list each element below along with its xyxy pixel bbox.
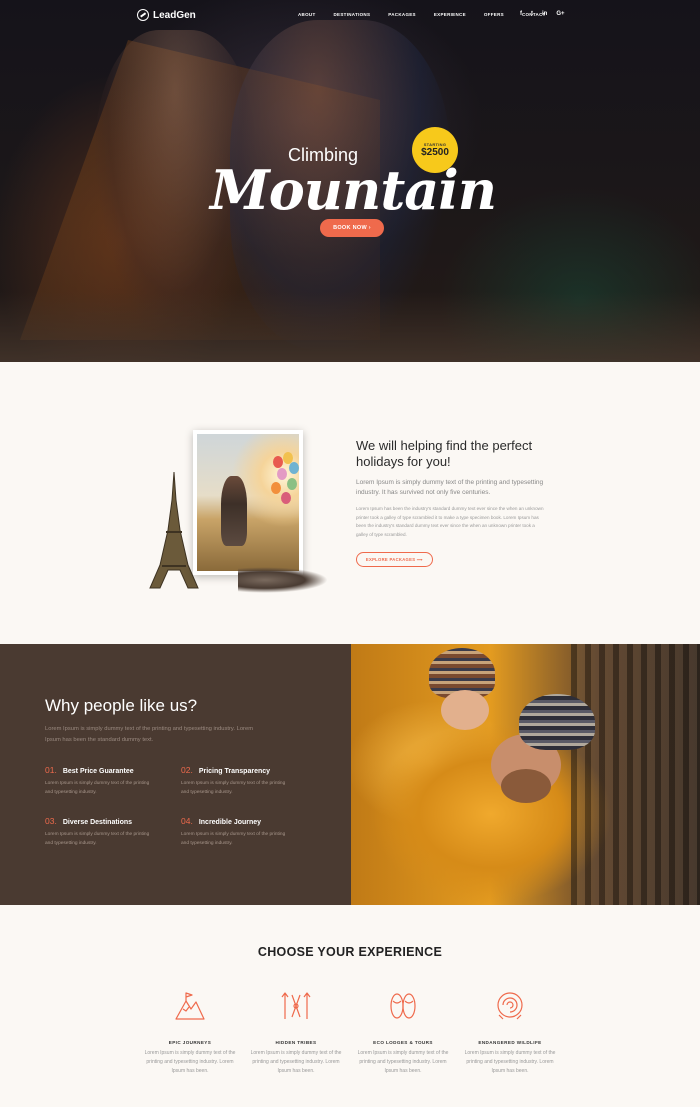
tribal-weapons-icon xyxy=(281,992,311,1019)
feature-item: 02. Pricing Transparency Lorem Ipsum is s… xyxy=(181,765,301,797)
shell-icon xyxy=(497,992,523,1020)
feature-title: Incredible Journey xyxy=(198,819,262,826)
hero-ground xyxy=(0,292,700,362)
nav-destinations[interactable]: DESTINATIONS xyxy=(334,12,371,17)
girl-figure xyxy=(221,476,247,546)
why-section: Why people like us? Lorem Ipsum is simpl… xyxy=(0,644,700,905)
girl-with-balloons-image xyxy=(197,434,299,571)
price-badge-value: $2500 xyxy=(421,147,449,158)
experience-section: CHOOSE YOUR EXPERIENCE EPIC JOURNEYS Lor… xyxy=(0,905,700,1107)
experience-card[interactable]: HIDDEN TRIBES Lorem Ipsum is simply dumm… xyxy=(246,989,346,1076)
social-links: f t in G+ xyxy=(520,11,565,17)
brand-logo[interactable]: LeadGen xyxy=(137,9,196,21)
why-heading: Why people like us? xyxy=(45,696,198,715)
card-desc: Lorem Ipsum is simply dummy text of the … xyxy=(357,1050,449,1074)
feature-item: 03. Diverse Destinations Lorem Ipsum is s… xyxy=(45,816,165,848)
couple-in-tent-image xyxy=(351,644,700,905)
feature-desc: Lorem Ipsum is simply dummy text of the … xyxy=(181,832,286,846)
brand-name: LeadGen xyxy=(153,9,196,21)
card-desc: Lorem Ipsum is simply dummy text of the … xyxy=(464,1050,556,1074)
nav-about[interactable]: ABOUT xyxy=(298,12,316,17)
feature-title: Pricing Transparency xyxy=(198,768,271,775)
nav-packages[interactable]: PACKAGES xyxy=(388,12,416,17)
woman-face xyxy=(441,690,489,730)
logo-icon xyxy=(137,9,149,21)
experience-card[interactable]: EPIC JOURNEYS Lorem Ipsum is simply dumm… xyxy=(140,989,240,1076)
feature-title: Best Price Guarantee xyxy=(62,768,134,775)
card-title: EPIC JOURNEYS xyxy=(168,1040,212,1045)
nav-offers[interactable]: OFFERS xyxy=(484,12,504,17)
decor-stones xyxy=(238,567,328,593)
about-lead: Lorem Ipsum is simply dummy text of the … xyxy=(356,479,544,496)
forest-trees xyxy=(571,644,700,905)
feature-desc: Lorem Ipsum is simply dummy text of the … xyxy=(45,832,150,846)
card-title: ENDANGERED WILDLIFE xyxy=(478,1040,542,1045)
price-badge: STARTING $2500 xyxy=(412,127,458,173)
balloons xyxy=(267,452,301,522)
feature-title: Diverse Destinations xyxy=(62,819,133,826)
facebook-icon[interactable]: f xyxy=(520,11,522,17)
knit-hat-man xyxy=(519,694,595,750)
why-intro: Lorem Ipsum is simply dummy text of the … xyxy=(45,726,254,743)
linkedin-icon[interactable]: in xyxy=(542,11,547,17)
feature-number: 02. xyxy=(181,765,193,775)
feature-number: 04. xyxy=(181,816,193,826)
explore-packages-button[interactable]: EXPLORE PACKAGES ⟶ xyxy=(356,552,433,567)
sandals-icon xyxy=(390,993,416,1019)
feature-number: 03. xyxy=(45,816,57,826)
card-desc: Lorem Ipsum is simply dummy text of the … xyxy=(144,1050,236,1074)
google-plus-icon[interactable]: G+ xyxy=(556,11,564,17)
about-section: We will helping find the perfect holiday… xyxy=(0,362,700,644)
polaroid-photo xyxy=(193,430,303,575)
nav-experience[interactable]: EXPERIENCE xyxy=(434,12,466,17)
why-panel: Why people like us? Lorem Ipsum is simpl… xyxy=(0,644,351,905)
about-body: Lorem Ipsum has been the industry's stan… xyxy=(356,506,544,537)
feature-item: 04. Incredible Journey Lorem Ipsum is sim… xyxy=(181,816,301,848)
top-navigation: LeadGen ABOUT DESTINATIONS PACKAGES EXPE… xyxy=(0,0,700,32)
feature-number: 01. xyxy=(45,765,57,775)
experience-heading: CHOOSE YOUR EXPERIENCE xyxy=(257,945,443,959)
feature-desc: Lorem Ipsum is simply dummy text of the … xyxy=(181,781,286,795)
feature-item: 01. Best Price Guarantee Lorem Ipsum is s… xyxy=(45,765,165,797)
card-desc: Lorem Ipsum is simply dummy text of the … xyxy=(250,1050,342,1074)
hero-section: LeadGen ABOUT DESTINATIONS PACKAGES EXPE… xyxy=(0,0,700,362)
twitter-icon[interactable]: t xyxy=(531,11,533,17)
mountain-icon xyxy=(175,992,205,1020)
man-beard xyxy=(501,769,551,803)
book-now-button[interactable]: BOOK NOW › xyxy=(320,219,384,237)
about-heading: We will helping find the perfect holiday… xyxy=(356,438,533,469)
card-title: ECO LODGES & TOURS xyxy=(373,1040,433,1045)
hero-title: Mountain xyxy=(210,158,497,222)
experience-card[interactable]: ECO LODGES & TOURS Lorem Ipsum is simply… xyxy=(353,989,453,1076)
experience-card[interactable]: ENDANGERED WILDLIFE Lorem Ipsum is simpl… xyxy=(460,989,560,1076)
card-title: HIDDEN TRIBES xyxy=(275,1040,317,1045)
feature-desc: Lorem Ipsum is simply dummy text of the … xyxy=(45,781,150,795)
